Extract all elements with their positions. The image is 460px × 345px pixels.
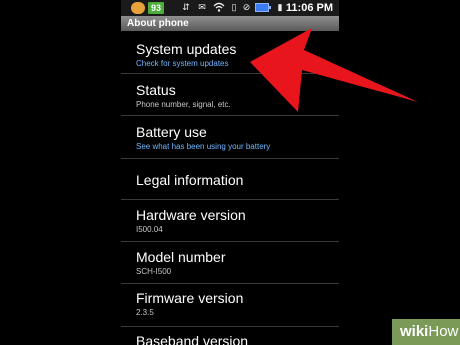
watermark-wiki: wiki (400, 323, 429, 340)
charging-icon: ▮ (277, 2, 283, 12)
message-icon: ✉ (198, 2, 206, 12)
list-item-value: 2.3.5 (136, 308, 154, 317)
list-item-subtitle: Check for system updates (136, 59, 229, 68)
list-item-title: Hardware version (136, 207, 246, 223)
list-item-baseband-version: Baseband version (121, 327, 339, 345)
pointer-arrow-icon (250, 28, 418, 112)
page-title: About phone (127, 18, 189, 29)
list-item-firmware-version: Firmware version 2.3.5 (121, 284, 339, 327)
list-item-value: I500.04 (136, 225, 163, 234)
wifi-icon (213, 2, 225, 13)
list-item-hardware-version: Hardware version I500.04 (121, 200, 339, 242)
list-item-battery-use[interactable]: Battery use See what has been using your… (121, 116, 339, 159)
vibrate-icon: ▯ (231, 2, 237, 12)
wikihow-watermark: wikiHow (392, 319, 460, 345)
battery-icon (255, 3, 271, 12)
list-item-title: Model number (136, 249, 226, 265)
notification-count-badge[interactable]: 93 (148, 2, 164, 14)
list-item-title: Legal information (136, 172, 244, 188)
list-item-value: SCH-I500 (136, 267, 172, 276)
usb-icon: ⇵ (182, 2, 190, 12)
list-item-title: Baseband version (136, 333, 249, 345)
notification-badge-icon[interactable] (131, 2, 145, 14)
watermark-how: How (428, 323, 459, 340)
list-item-subtitle: See what has been using your battery (136, 142, 271, 151)
list-item-title: System updates (136, 41, 237, 57)
no-sound-icon: ⊘ (242, 2, 251, 12)
list-item-subtitle: Phone number, signal, etc. (136, 100, 231, 109)
list-item-model-number: Model number SCH-I500 (121, 242, 339, 284)
list-item-title: Battery use (136, 124, 207, 140)
status-bar: 93 ⇵ ✉ ▯ ⊘ ▮ 11:06 PM (121, 0, 339, 16)
list-item-legal-information[interactable]: Legal information (121, 159, 339, 200)
list-item-title: Status (136, 82, 176, 98)
list-item-title: Firmware version (136, 290, 244, 306)
clock: 11:06 PM (285, 2, 333, 14)
